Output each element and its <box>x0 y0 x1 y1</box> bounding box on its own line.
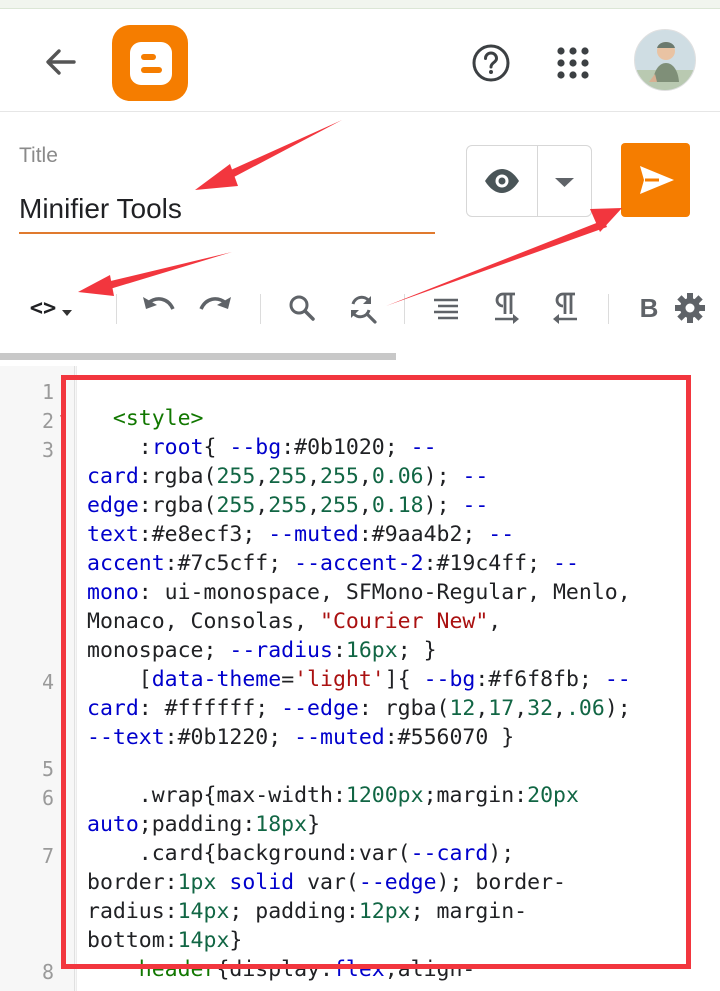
apps-grid-icon[interactable] <box>552 42 594 84</box>
line-number: 1 <box>41 380 54 404</box>
code-line: auto;padding:18px} <box>87 812 321 837</box>
rtl-icon[interactable] <box>548 288 584 328</box>
line-number-gutter: 1 2 3 4 5 6 7 8 ▼ <box>0 366 77 991</box>
help-circle-icon[interactable] <box>470 42 512 84</box>
app-bar <box>0 9 720 112</box>
blogger-logo-icon[interactable] <box>112 25 188 101</box>
code-line: mono: ui-monospace, SFMono-Regular, Menl… <box>87 580 631 605</box>
code-line: edge:rgba(255,255,255,0.18); -- <box>87 493 489 518</box>
title-label: Title <box>19 144 58 167</box>
fold-marker-icon[interactable]: ▼ <box>58 413 68 424</box>
status-strip <box>0 0 720 9</box>
send-icon <box>640 166 674 194</box>
code-line: monospace; --radius:16px; } <box>87 638 437 663</box>
line-number: 7 <box>41 844 54 868</box>
code-line: header{display:flex;align- <box>138 957 476 982</box>
ltr-icon[interactable] <box>488 288 524 328</box>
code-view-icon[interactable]: <> <box>20 288 84 328</box>
user-avatar[interactable] <box>634 29 696 91</box>
divider <box>74 366 75 991</box>
divider <box>404 294 405 324</box>
code-line: Monaco, Consolas, "Courier New", <box>87 609 502 634</box>
code-editor[interactable]: 1 2 3 4 5 6 7 8 ▼ <style> :root{ --bg:#0… <box>0 366 720 991</box>
undo-icon[interactable] <box>138 288 178 328</box>
code-line: bottom:14px} <box>87 928 243 953</box>
code-line: --text:#0b1220; --muted:#556070 } <box>87 725 515 750</box>
divider <box>260 294 261 324</box>
preview-button-group <box>466 145 592 217</box>
caret-down-icon <box>62 310 73 316</box>
line-number: 6 <box>41 786 54 810</box>
caret-down-icon[interactable] <box>538 146 591 216</box>
arrow-left-icon[interactable] <box>40 41 82 83</box>
code-line: radius:14px; padding:12px; margin- <box>87 899 528 924</box>
divider <box>608 294 609 324</box>
align-icon[interactable] <box>428 288 464 328</box>
settings-icon[interactable] <box>672 288 708 328</box>
code-line: card: #ffffff; --edge: rgba(12,17,32,.06… <box>87 696 631 721</box>
redo-icon[interactable] <box>196 288 236 328</box>
line-number: 3 <box>41 438 54 462</box>
code-line: accent:#7c5cff; --accent-2:#19c4ff; -- <box>87 551 579 576</box>
code-line: border:1px solid var(--edge); border- <box>87 870 566 895</box>
bold-icon[interactable]: B <box>634 288 664 328</box>
eye-icon[interactable] <box>467 146 537 216</box>
editor-toolbar: <> B <box>0 278 720 338</box>
divider <box>116 294 117 324</box>
code-content[interactable]: <style> :root{ --bg:#0b1020; -- card:rgba… <box>87 404 720 984</box>
code-line: [data-theme='light']{ --bg:#f6f8fb; -- <box>87 667 631 692</box>
search-icon[interactable] <box>284 288 320 328</box>
horizontal-scrollbar[interactable] <box>0 353 396 360</box>
code-line: .wrap{max-width:1200px;margin:20px <box>87 783 579 808</box>
code-line: text:#e8ecf3; --muted:#9aa4b2; -- <box>87 522 515 547</box>
publish-button[interactable] <box>621 143 690 217</box>
line-number: 4 <box>41 670 54 694</box>
line-number: 8 <box>41 960 54 984</box>
code-line: :root{ --bg:#0b1020; -- <box>87 435 437 460</box>
code-line: .card{background:var(--card); <box>87 841 515 866</box>
title-input[interactable] <box>19 186 435 234</box>
line-number: 5 <box>41 757 54 781</box>
code-line: card:rgba(255,255,255,0.06); -- <box>87 464 489 489</box>
code-line: <style> <box>112 406 204 431</box>
find-replace-icon[interactable] <box>342 288 382 328</box>
line-number: 2 <box>41 409 54 433</box>
